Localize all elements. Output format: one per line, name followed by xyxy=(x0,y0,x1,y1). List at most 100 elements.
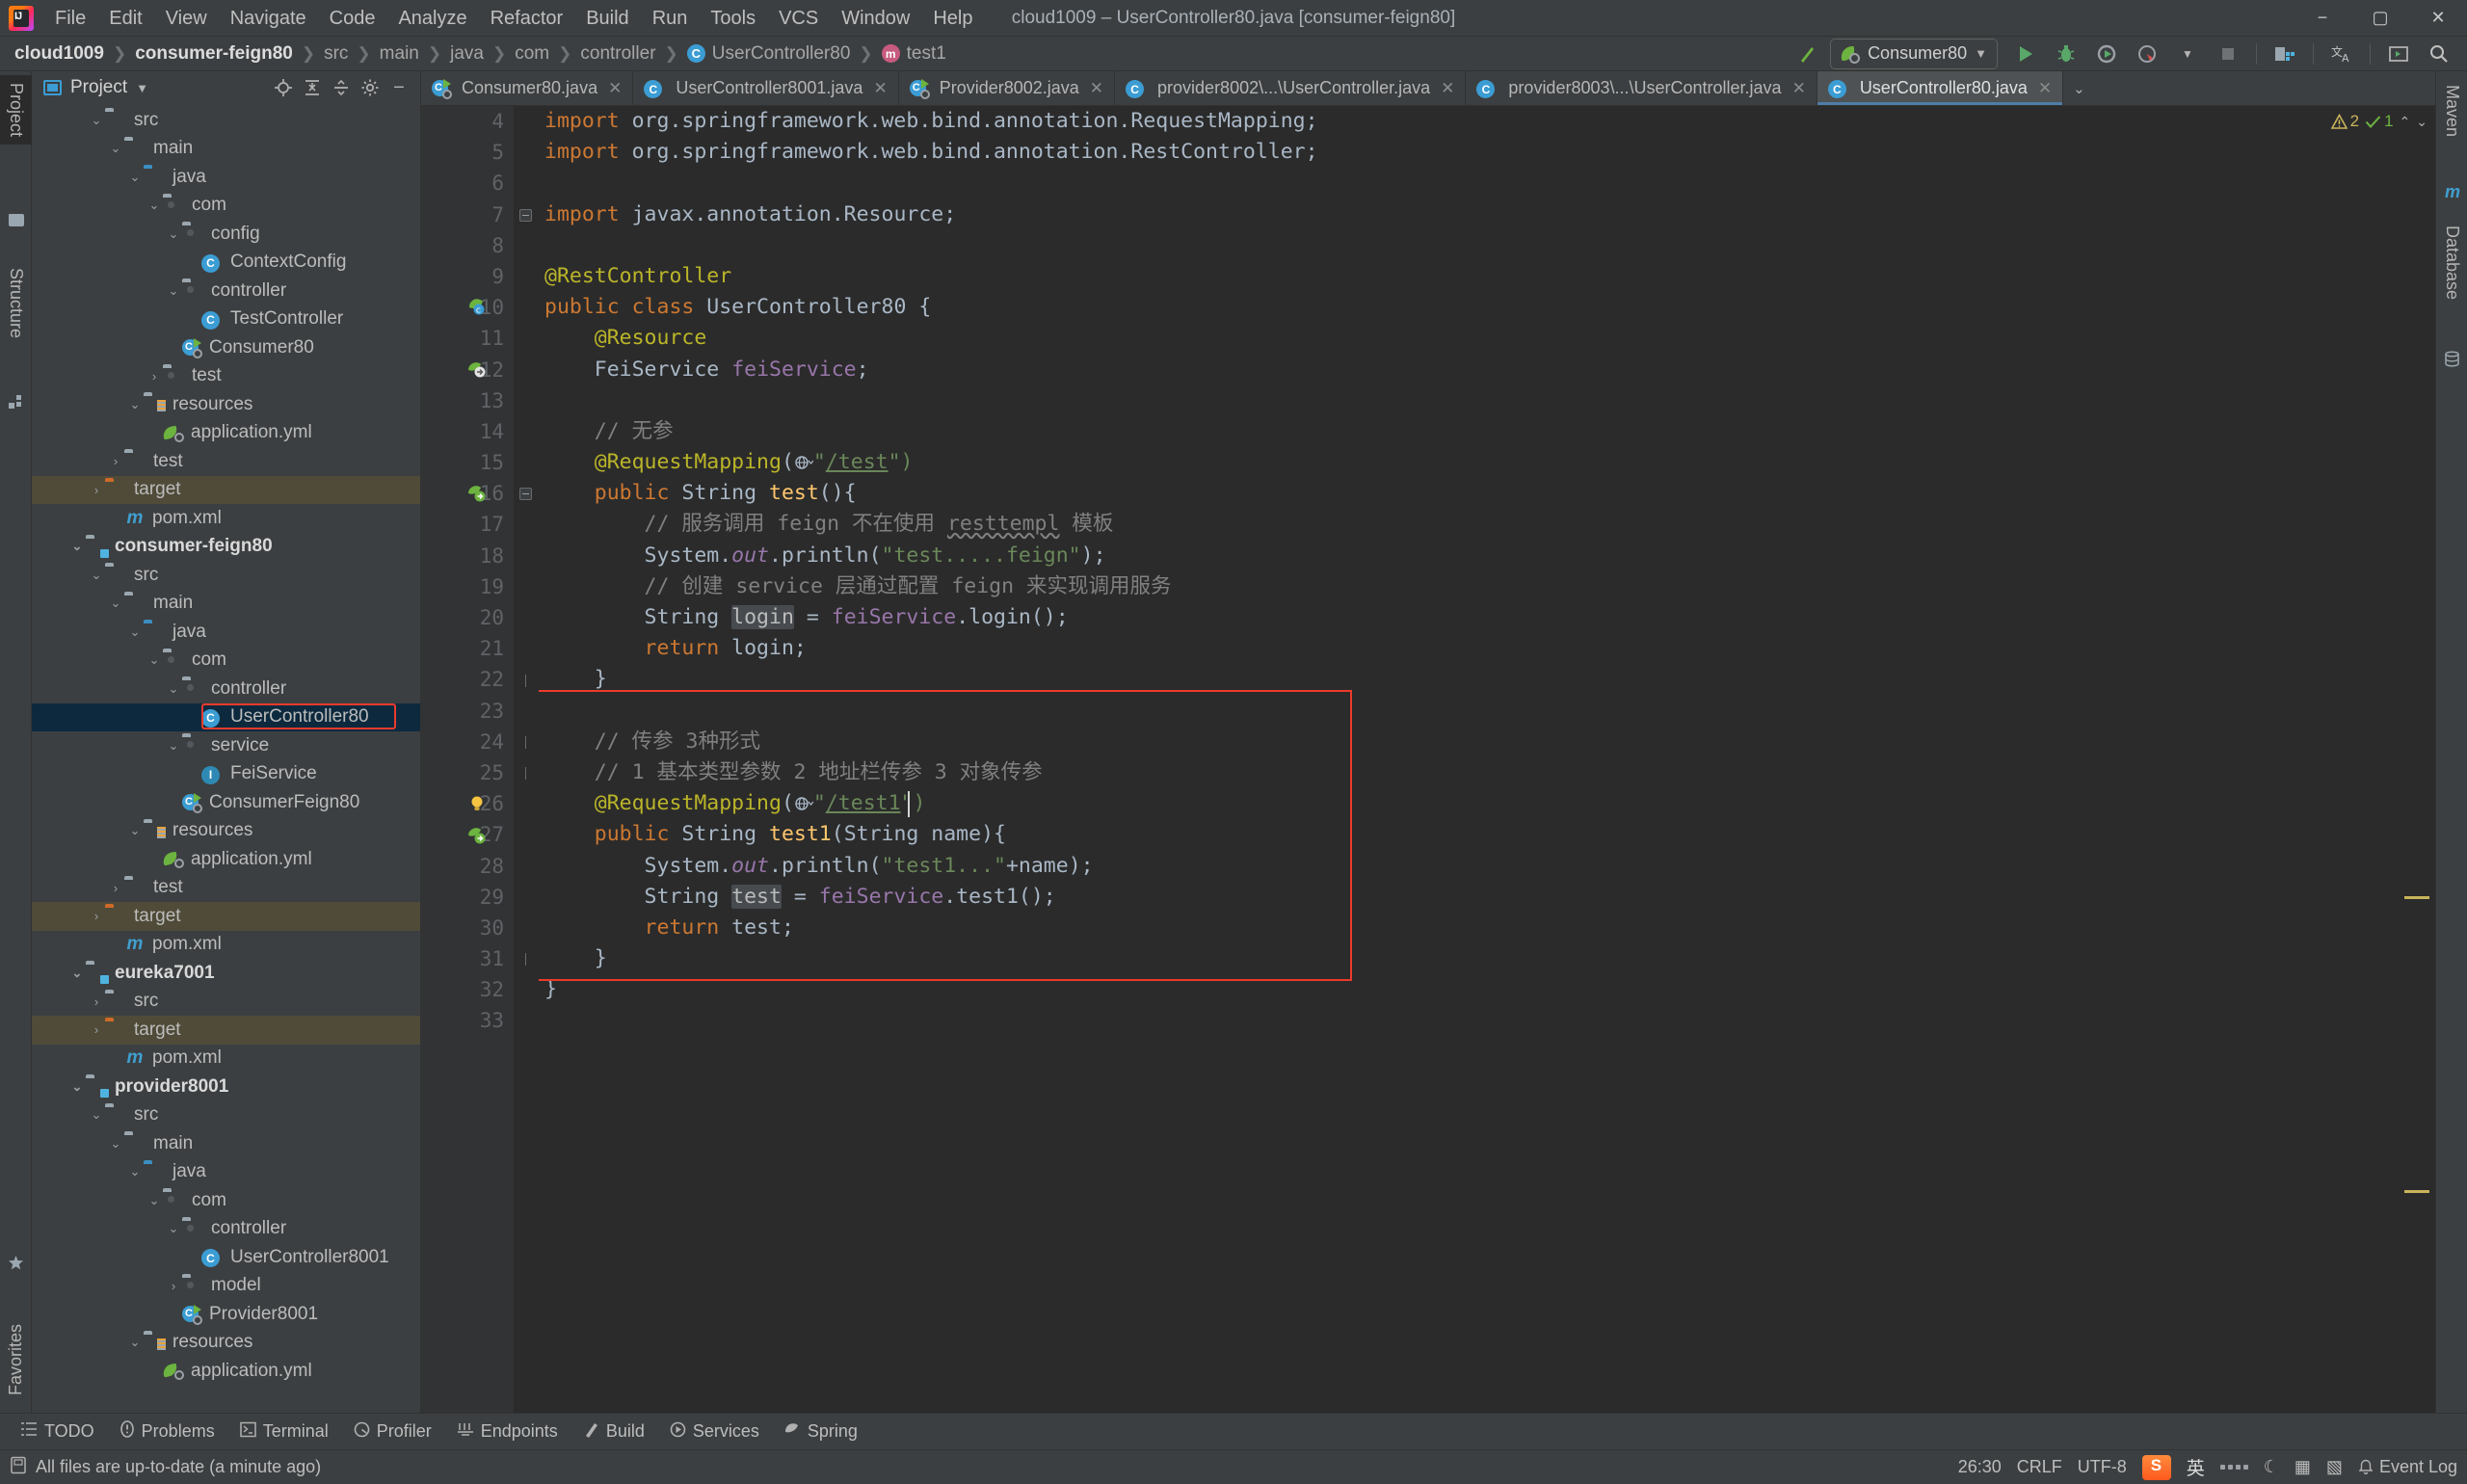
code-line[interactable]: } xyxy=(539,943,2435,974)
terminal-icon[interactable] xyxy=(2380,39,2417,69)
gear-icon[interactable] xyxy=(357,74,384,101)
menu-item-view[interactable]: View xyxy=(154,0,219,37)
ime-moon-icon[interactable]: ☾ xyxy=(2264,1457,2279,1477)
menu-item-file[interactable]: File xyxy=(43,0,97,37)
code-line[interactable]: public class UserController80 { xyxy=(539,292,2435,323)
chevron-down-icon[interactable]: ⌄ xyxy=(165,1221,182,1236)
close-icon[interactable]: ✕ xyxy=(1090,79,1103,98)
tree-node-provider8001[interactable]: ⌄ provider8001 xyxy=(32,1073,420,1101)
next-problem-icon[interactable]: ⌄ xyxy=(2416,114,2427,130)
close-icon[interactable]: ✕ xyxy=(873,79,887,98)
hide-panel-icon[interactable]: − xyxy=(385,74,412,101)
prev-problem-icon[interactable]: ⌃ xyxy=(2400,114,2411,130)
chevron-down-icon[interactable]: ⌄ xyxy=(107,596,124,611)
inspection-marker-panel[interactable]: 2 1 ⌃ ⌄ xyxy=(2330,106,2435,1413)
code-line[interactable]: public String test(){ xyxy=(539,478,2435,509)
editor-tab-provider8003-----usercontroller-java[interactable]: Cprovider8003\...\UserController.java ✕ xyxy=(1466,71,1817,105)
close-icon[interactable]: ✕ xyxy=(1441,79,1454,98)
chevron-down-icon[interactable]: ⌄ xyxy=(165,283,182,299)
ime-mode[interactable]: 英 xyxy=(2187,1454,2205,1480)
chevron-down-icon[interactable]: ▼ xyxy=(2169,39,2206,69)
menu-item-window[interactable]: Window xyxy=(830,0,921,37)
code-line[interactable]: @Resource xyxy=(539,323,2435,354)
bottom-tab-services[interactable]: Services xyxy=(659,1418,770,1446)
tree-node-service[interactable]: ⌄ service xyxy=(32,731,420,760)
chevron-down-icon[interactable]: ⌄ xyxy=(126,1335,144,1350)
chevron-right-icon[interactable]: › xyxy=(107,881,124,895)
tree-node-provider8001[interactable]: ·C Provider8001 xyxy=(32,1300,420,1329)
bottom-tab-spring[interactable]: Spring xyxy=(774,1418,868,1446)
build-icon[interactable] xyxy=(1790,39,1826,69)
bottom-tab-profiler[interactable]: Profiler xyxy=(343,1418,442,1446)
sogou-ime-icon[interactable] xyxy=(2141,1454,2171,1480)
chevron-down-icon[interactable]: ⌄ xyxy=(146,652,163,668)
chevron-right-icon[interactable]: › xyxy=(88,909,105,923)
maximize-button[interactable]: ▢ xyxy=(2351,0,2409,37)
code-line[interactable]: // 创建 service 层通过配置 feign 来实现调用服务 xyxy=(539,571,2435,602)
code-line[interactable]: // 无参 xyxy=(539,416,2435,447)
url-globe-icon[interactable] xyxy=(794,450,814,474)
tree-node-java[interactable]: ⌄ java xyxy=(32,618,420,647)
tab-overflow-icon[interactable]: ⌄ xyxy=(2063,71,2095,105)
editor-tab-provider8002-java[interactable]: C Provider8002.java ✕ xyxy=(899,71,1116,105)
code-line[interactable]: } xyxy=(539,974,2435,1005)
event-log[interactable]: Event Log xyxy=(2358,1457,2457,1477)
code-line[interactable]: // 1 基本类型参数 2 地址栏传参 3 对象传参 xyxy=(539,757,2435,788)
ime-panel-icon[interactable]: ▦ xyxy=(2295,1457,2311,1477)
ime-toolbox-icon[interactable]: ▧ xyxy=(2326,1457,2343,1477)
chevron-down-icon[interactable]: ⌄ xyxy=(126,1164,144,1179)
editor-tab-provider8002-----usercontroller-java[interactable]: Cprovider8002\...\UserController.java ✕ xyxy=(1115,71,1467,105)
tree-node-controller[interactable]: ⌄ controller xyxy=(32,277,420,305)
ime-keyboard-icon[interactable] xyxy=(2219,1465,2248,1470)
editor-gutter[interactable]: 4 5 6 7 8 9 10 C 11 12 13 14 15 16 17 18 19 20 21 22 23 24 25 2… xyxy=(421,106,514,1413)
run-with-coverage-button[interactable] xyxy=(2088,39,2125,69)
project-structure-icon[interactable] xyxy=(2267,39,2303,69)
minimize-button[interactable]: − xyxy=(2294,0,2351,37)
menu-bar[interactable]: File Edit View Navigate Code Analyze Refactor B… xyxy=(43,0,985,36)
tree-node-controller[interactable]: ⌄ controller xyxy=(32,1215,420,1244)
chevron-down-icon[interactable]: ⌄ xyxy=(88,1107,105,1123)
editor-tab-usercontroller80-java[interactable]: C UserController80.java ✕ xyxy=(1817,71,2064,105)
tree-node-model[interactable]: › model xyxy=(32,1272,420,1301)
bottom-tab-build[interactable]: Build xyxy=(572,1418,655,1446)
chevron-right-icon[interactable]: › xyxy=(107,454,124,468)
chevron-down-icon[interactable]: ⌄ xyxy=(68,966,86,981)
breadcrumb-item-usercontroller80[interactable]: C UserController80 xyxy=(684,43,854,65)
menu-item-navigate[interactable]: Navigate xyxy=(219,0,318,37)
profiler-button[interactable] xyxy=(2129,39,2165,69)
tree-node-main[interactable]: ⌄ main xyxy=(32,135,420,164)
bottom-tab-terminal[interactable]: Terminal xyxy=(229,1418,339,1446)
menu-item-code[interactable]: Code xyxy=(318,0,387,37)
code-line[interactable]: @RequestMapping("/test") xyxy=(539,447,2435,478)
chevron-down-icon[interactable]: ⌄ xyxy=(126,823,144,838)
tree-node-resources[interactable]: ⌄ resources xyxy=(32,1329,420,1358)
tree-node-eureka7001[interactable]: ⌄ eureka7001 xyxy=(32,959,420,988)
debug-button[interactable] xyxy=(2048,39,2084,69)
menu-item-refactor[interactable]: Refactor xyxy=(479,0,575,37)
spring-url-mapping-gutter-icon[interactable] xyxy=(467,484,487,503)
close-icon[interactable]: ✕ xyxy=(1792,79,1806,98)
chevron-down-icon[interactable]: ⌄ xyxy=(146,1193,163,1208)
code-line[interactable]: String test = feiService.test1(); xyxy=(539,882,2435,913)
close-button[interactable]: ✕ xyxy=(2409,0,2467,37)
sidebar-item-maven[interactable]: Maven xyxy=(2436,77,2467,145)
code-line[interactable]: return login; xyxy=(539,633,2435,664)
sidebar-item-project[interactable]: Project xyxy=(0,75,32,146)
code-line[interactable]: FeiService feiService; xyxy=(539,355,2435,385)
chevron-down-icon[interactable]: ⌄ xyxy=(107,1136,124,1152)
sidebar-item-structure[interactable]: Structure xyxy=(0,260,32,346)
tree-node-contextconfig[interactable]: ·C ContextConfig xyxy=(32,249,420,278)
chevron-down-icon[interactable]: ⌄ xyxy=(126,170,144,185)
menu-item-build[interactable]: Build xyxy=(574,0,640,37)
code-line[interactable]: import org.springframework.web.bind.anno… xyxy=(539,106,2435,137)
menu-item-help[interactable]: Help xyxy=(921,0,984,37)
chevron-right-icon[interactable]: › xyxy=(165,1279,182,1293)
breadcrumb[interactable]: cloud1009 ❯ consumer-feign80 ❯ src ❯ main ❯ java… xyxy=(12,43,949,65)
code-line[interactable] xyxy=(539,696,2435,727)
code-line[interactable]: @RequestMapping("/test1") xyxy=(539,788,2435,819)
tree-node-java[interactable]: ⌄ java xyxy=(32,163,420,192)
tree-node-resources[interactable]: ⌄ resources xyxy=(32,390,420,419)
expand-all-icon[interactable] xyxy=(299,74,326,101)
tree-node-target[interactable]: › target xyxy=(32,1016,420,1045)
tree-node-resources[interactable]: ⌄ resources xyxy=(32,817,420,846)
